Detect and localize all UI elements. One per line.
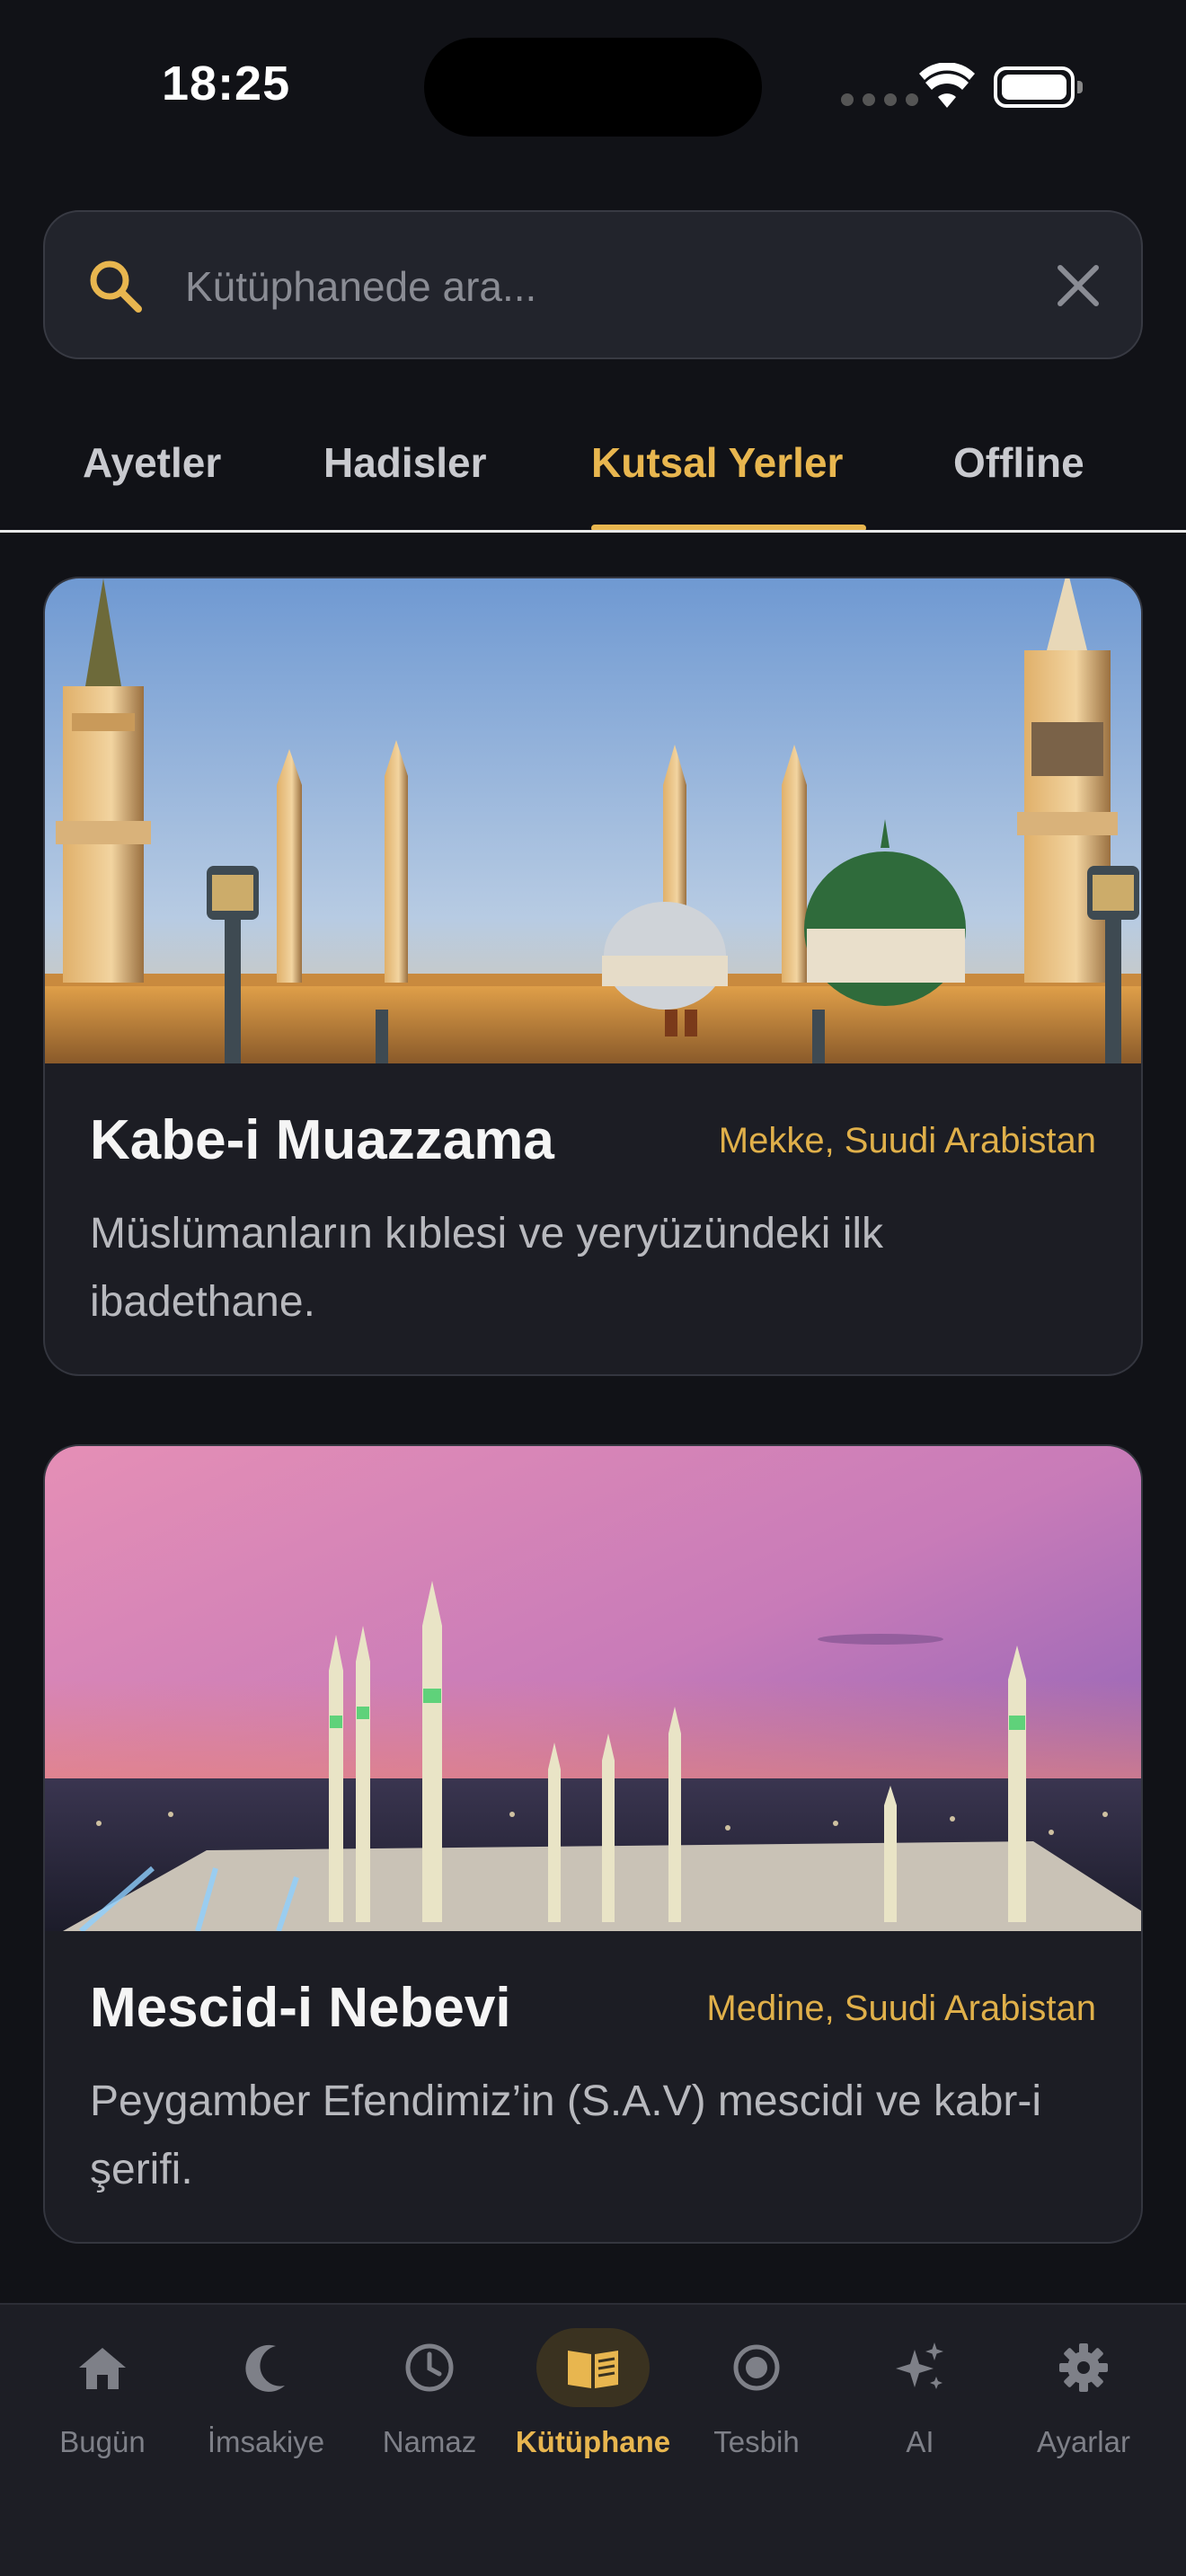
nav-label: Bugün [59, 2425, 146, 2458]
nav-icon-container [1027, 2328, 1140, 2407]
nav-item-imsakiye[interactable]: İmsakiye [185, 2328, 347, 2481]
dynamic-island [424, 38, 762, 137]
prayer-beads-icon [733, 2344, 780, 2391]
nav-item-ayarlar[interactable]: Ayarlar [1003, 2328, 1164, 2481]
home-indicator [0, 2542, 1186, 2576]
place-description: Müslümanların kıblesi ve yeryüzündeki il… [90, 1210, 884, 1326]
nav-item-ai[interactable]: AI [839, 2328, 1001, 2481]
nav-label: Ayarlar [1037, 2425, 1130, 2458]
wifi-icon [919, 63, 975, 108]
search-bar [43, 210, 1143, 359]
nav-icon-container [700, 2328, 813, 2407]
place-description: Peygamber Efendimiz’in (S.A.V) mescidi v… [90, 2078, 1042, 2193]
cellular-signal-icon [841, 93, 918, 106]
tab-offline[interactable]: Offline [953, 438, 1084, 487]
gear-icon [1059, 2343, 1108, 2392]
nav-label: Namaz [382, 2425, 477, 2458]
place-card-kabe[interactable]: Kabe-i Muazzama Mekke, Suudi Arabistan M… [43, 577, 1143, 1376]
nav-item-kutuphane[interactable]: Kütüphane [512, 2328, 674, 2481]
search-input[interactable] [185, 246, 1039, 327]
place-card-mescid-i-nebevi[interactable]: Mescid-i Nebevi Medine, Suudi Arabistan … [43, 1444, 1143, 2244]
nav-icon-container [209, 2328, 323, 2407]
nav-icon-container [46, 2328, 159, 2407]
place-location: Mekke, Suudi Arabistan [718, 1121, 1096, 1160]
nav-label: Kütüphane [515, 2425, 671, 2458]
screen: 18:25 Ayetler Hadisler Kutsal Yerler Off… [0, 0, 1186, 2576]
library-tabs: Ayetler Hadisler Kutsal Yerler Offline [0, 422, 1186, 534]
clear-search-icon[interactable] [1051, 259, 1105, 313]
nav-item-namaz[interactable]: Namaz [349, 2328, 510, 2481]
tab-hadisler[interactable]: Hadisler [323, 438, 487, 487]
place-title: Kabe-i Muazzama [90, 1109, 554, 1171]
crescent-moon-icon [245, 2344, 285, 2392]
tab-ayetler[interactable]: Ayetler [83, 438, 221, 487]
place-title: Mescid-i Nebevi [90, 1977, 511, 2039]
battery-icon [994, 66, 1083, 108]
status-bar: 18:25 [0, 0, 1186, 180]
nav-label: AI [906, 2425, 934, 2458]
search-icon [90, 260, 142, 313]
nav-label: Tesbih [713, 2425, 800, 2458]
clock-icon [405, 2343, 454, 2392]
nav-label: İmsakiye [207, 2425, 325, 2458]
nav-icon-container [863, 2328, 977, 2407]
tab-kutsal-yerler[interactable]: Kutsal Yerler [591, 438, 843, 487]
nav-icon-container [373, 2328, 486, 2407]
home-icon [79, 2348, 126, 2389]
bottom-nav: Bugün İmsakiye Namaz Kütüphane Tesbih AI… [0, 2303, 1186, 2576]
place-image-kabe [45, 578, 1141, 1063]
nav-item-tesbih[interactable]: Tesbih [676, 2328, 837, 2481]
nav-item-bugun[interactable]: Bugün [22, 2328, 183, 2481]
open-book-icon [568, 2351, 618, 2388]
tabs-divider [0, 530, 1186, 533]
sparkles-icon [896, 2342, 943, 2389]
place-location: Medine, Suudi Arabistan [706, 1989, 1096, 2028]
place-image-mescid-i-nebevi [45, 1446, 1141, 1931]
nav-icon-container [536, 2328, 650, 2407]
status-time: 18:25 [162, 57, 291, 110]
